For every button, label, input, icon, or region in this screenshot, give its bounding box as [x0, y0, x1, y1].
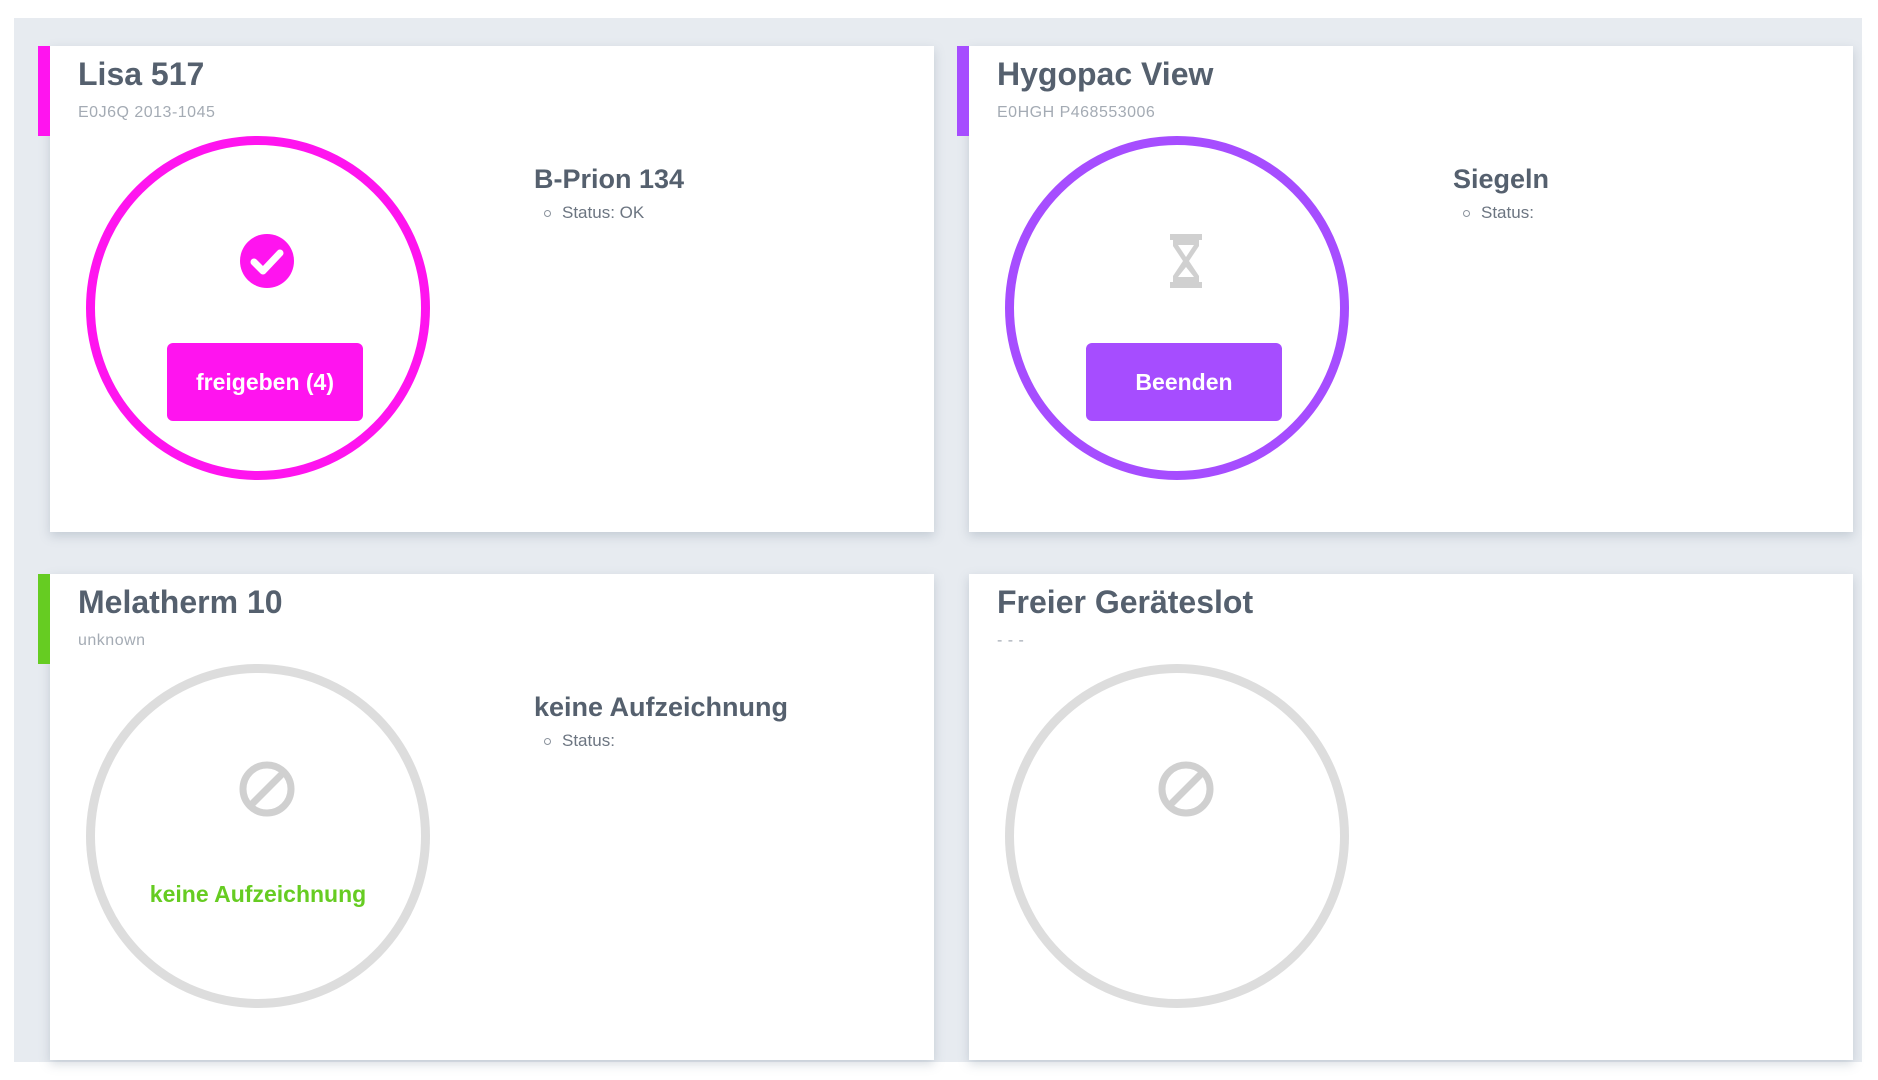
- program-name: Siegeln: [1453, 164, 1550, 194]
- bullet-icon: [1463, 209, 1470, 217]
- no-recording-label: keine Aufzeichnung: [149, 881, 367, 907]
- program-name: B-Prion 134: [534, 164, 685, 194]
- program-status: Status:: [1463, 203, 1549, 223]
- device-title: Lisa 517: [78, 56, 205, 92]
- status-ring: freigeben (4): [86, 136, 430, 480]
- device-dashboard: Lisa 517 E0J6Q 2013-1045 freigeben (4) B…: [14, 18, 1862, 1062]
- status-label: Status:: [562, 731, 615, 750]
- card-accent-bar: [38, 46, 50, 136]
- device-title: Hygopac View: [997, 56, 1214, 92]
- program-status: Status:: [544, 731, 788, 751]
- device-card-melatherm-10[interactable]: Melatherm 10 unknown keine Aufzeichnung …: [38, 574, 934, 1060]
- program-info: Siegeln Status:: [1453, 164, 1549, 223]
- device-card-lisa-517[interactable]: Lisa 517 E0J6Q 2013-1045 freigeben (4) B…: [38, 46, 934, 532]
- status-ring: [1005, 664, 1349, 1008]
- device-serial: E0HGH P468553006: [997, 104, 1156, 121]
- device-serial: unknown: [78, 632, 146, 649]
- finish-button[interactable]: Beenden: [1086, 343, 1282, 421]
- release-button[interactable]: freigeben (4): [167, 343, 363, 421]
- ban-icon: [1156, 759, 1216, 819]
- program-info: B-Prion 134 Status: OK: [534, 164, 684, 223]
- program-status: Status: OK: [544, 203, 684, 223]
- device-title: Melatherm 10: [78, 584, 283, 620]
- ban-icon: [237, 759, 297, 819]
- program-info: keine Aufzeichnung Status:: [534, 692, 788, 751]
- device-serial: E0J6Q 2013-1045: [78, 104, 216, 121]
- device-title: Freier Geräteslot: [997, 584, 1254, 620]
- device-card-hygopac-view[interactable]: Hygopac View E0HGH P468553006 Beenden Si…: [957, 46, 1853, 532]
- device-serial: - - -: [997, 632, 1025, 649]
- hourglass-icon: [1156, 231, 1216, 291]
- check-circle-icon: [237, 231, 297, 291]
- status-ring: Beenden: [1005, 136, 1349, 480]
- bullet-icon: [544, 737, 551, 745]
- status-label: Status:: [1481, 203, 1534, 222]
- card-accent-bar: [957, 46, 969, 136]
- card-accent-bar: [38, 574, 50, 664]
- bullet-icon: [544, 209, 551, 217]
- device-card-free-slot[interactable]: Freier Geräteslot - - -: [969, 574, 1853, 1060]
- status-label: Status: OK: [562, 203, 645, 222]
- program-name: keine Aufzeichnung: [534, 692, 789, 722]
- status-ring: keine Aufzeichnung: [86, 664, 430, 1008]
